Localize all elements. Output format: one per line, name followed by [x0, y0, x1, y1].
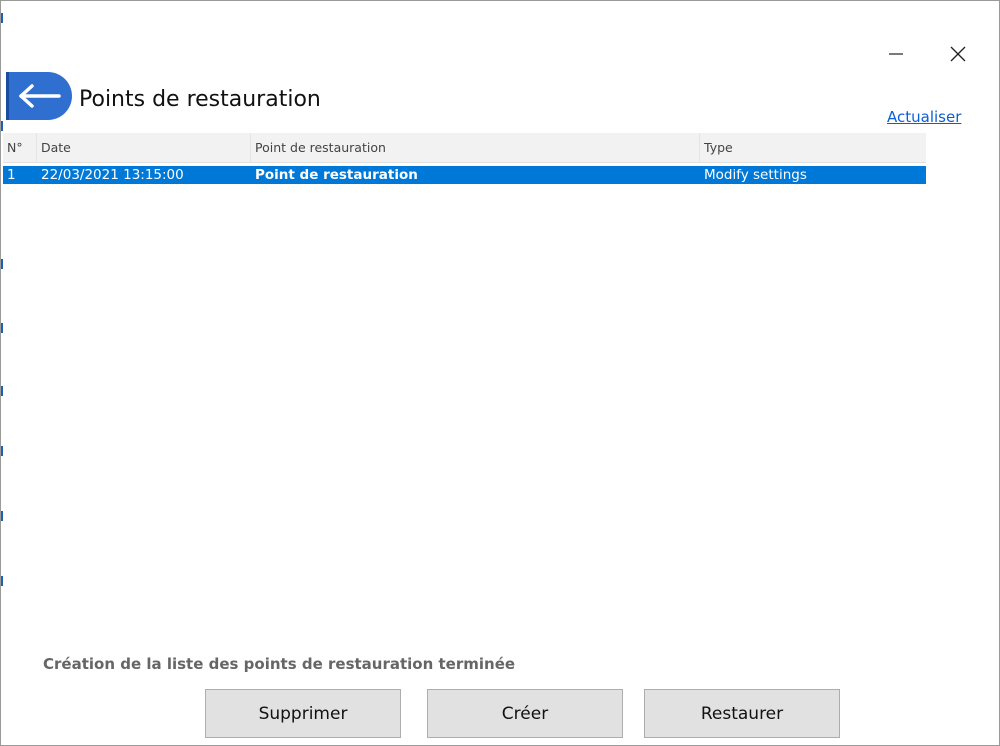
refresh-link[interactable]: Actualiser	[887, 108, 961, 126]
restore-points-window: Points de restauration Actualiser N° Dat…	[0, 0, 1000, 746]
column-header-type[interactable]: Type	[700, 133, 926, 163]
cell-date: 22/03/2021 13:15:00	[41, 167, 184, 183]
minimize-button[interactable]	[873, 39, 919, 69]
cell-restore-point-name: Point de restauration	[255, 167, 418, 183]
table-row[interactable]: 1 22/03/2021 13:15:00 Point de restaurat…	[3, 166, 926, 184]
close-icon	[950, 46, 966, 62]
restore-button[interactable]: Restaurer	[644, 689, 840, 738]
close-button[interactable]	[935, 39, 981, 69]
table-header: N° Date Point de restauration Type	[3, 133, 926, 163]
delete-button[interactable]: Supprimer	[205, 689, 401, 738]
column-header-restore-point[interactable]: Point de restauration	[251, 133, 700, 163]
create-button[interactable]: Créer	[427, 689, 623, 738]
status-message: Création de la liste des points de resta…	[43, 655, 516, 673]
cell-number: 1	[7, 167, 16, 183]
minimize-icon	[889, 53, 903, 55]
back-button[interactable]	[6, 72, 72, 120]
arrow-left-icon	[19, 84, 61, 108]
column-header-number[interactable]: N°	[3, 133, 37, 163]
column-header-date[interactable]: Date	[37, 133, 251, 163]
page-title: Points de restauration	[79, 87, 321, 112]
window-left-edge	[1, 1, 4, 746]
restore-points-table: N° Date Point de restauration Type 1 22/…	[3, 133, 926, 184]
cell-type: Modify settings	[704, 167, 807, 183]
